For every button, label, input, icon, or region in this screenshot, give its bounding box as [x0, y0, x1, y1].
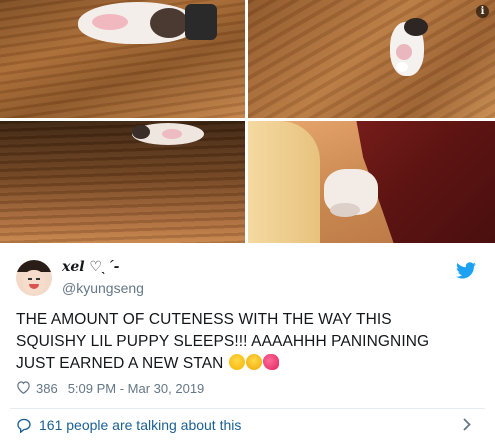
avatar[interactable]	[16, 260, 52, 296]
timestamp[interactable]: 5:09 PM - Mar 30, 2019	[68, 381, 205, 396]
talking-text[interactable]: 161 people are talking about this	[39, 417, 241, 433]
divider	[10, 408, 485, 409]
twitter-bird-icon[interactable]	[456, 262, 476, 279]
photo-1[interactable]	[0, 0, 245, 118]
tweet-card: i xel ♡ˎˊ- @kyungseng THE AMOUNT OF CUTE…	[0, 0, 495, 443]
tweet-text-line-2: SQUISHY LIL PUPPY SLEEPS!!! AAAAHHH PANI…	[16, 333, 430, 350]
rolling-laughing-emoji	[245, 354, 262, 370]
photo-3[interactable]	[0, 121, 245, 243]
tweet-meta: 386 5:09 PM - Mar 30, 2019	[16, 380, 204, 397]
photo-4[interactable]	[248, 121, 495, 243]
like-count[interactable]: 386	[36, 381, 58, 396]
user-handle[interactable]: @kyungseng	[62, 280, 144, 296]
heart-outline-icon[interactable]	[16, 380, 31, 397]
tweet-text-line-1: THE AMOUNT OF CUTENESS WITH THE WAY THIS	[16, 311, 392, 328]
photo-grid: i	[0, 0, 495, 243]
laughing-emoji	[228, 354, 245, 370]
speech-bubble-icon	[17, 418, 31, 433]
tweet-text-line-3: JUST EARNED A NEW STAN	[16, 353, 456, 375]
tweet-text: THE AMOUNT OF CUTENESS WITH THE WAY THIS…	[16, 309, 456, 375]
tweet-text-line-3-text: JUST EARNED A NEW STAN	[16, 355, 224, 372]
info-icon[interactable]: i	[476, 5, 489, 18]
chevron-right-icon[interactable]	[463, 418, 471, 431]
two-hearts-emoji	[262, 354, 279, 370]
talking-link[interactable]: 161 people are talking about this	[16, 417, 241, 433]
photo-2[interactable]: i	[248, 0, 495, 118]
display-name[interactable]: xel ♡ˎˊ-	[62, 259, 119, 276]
